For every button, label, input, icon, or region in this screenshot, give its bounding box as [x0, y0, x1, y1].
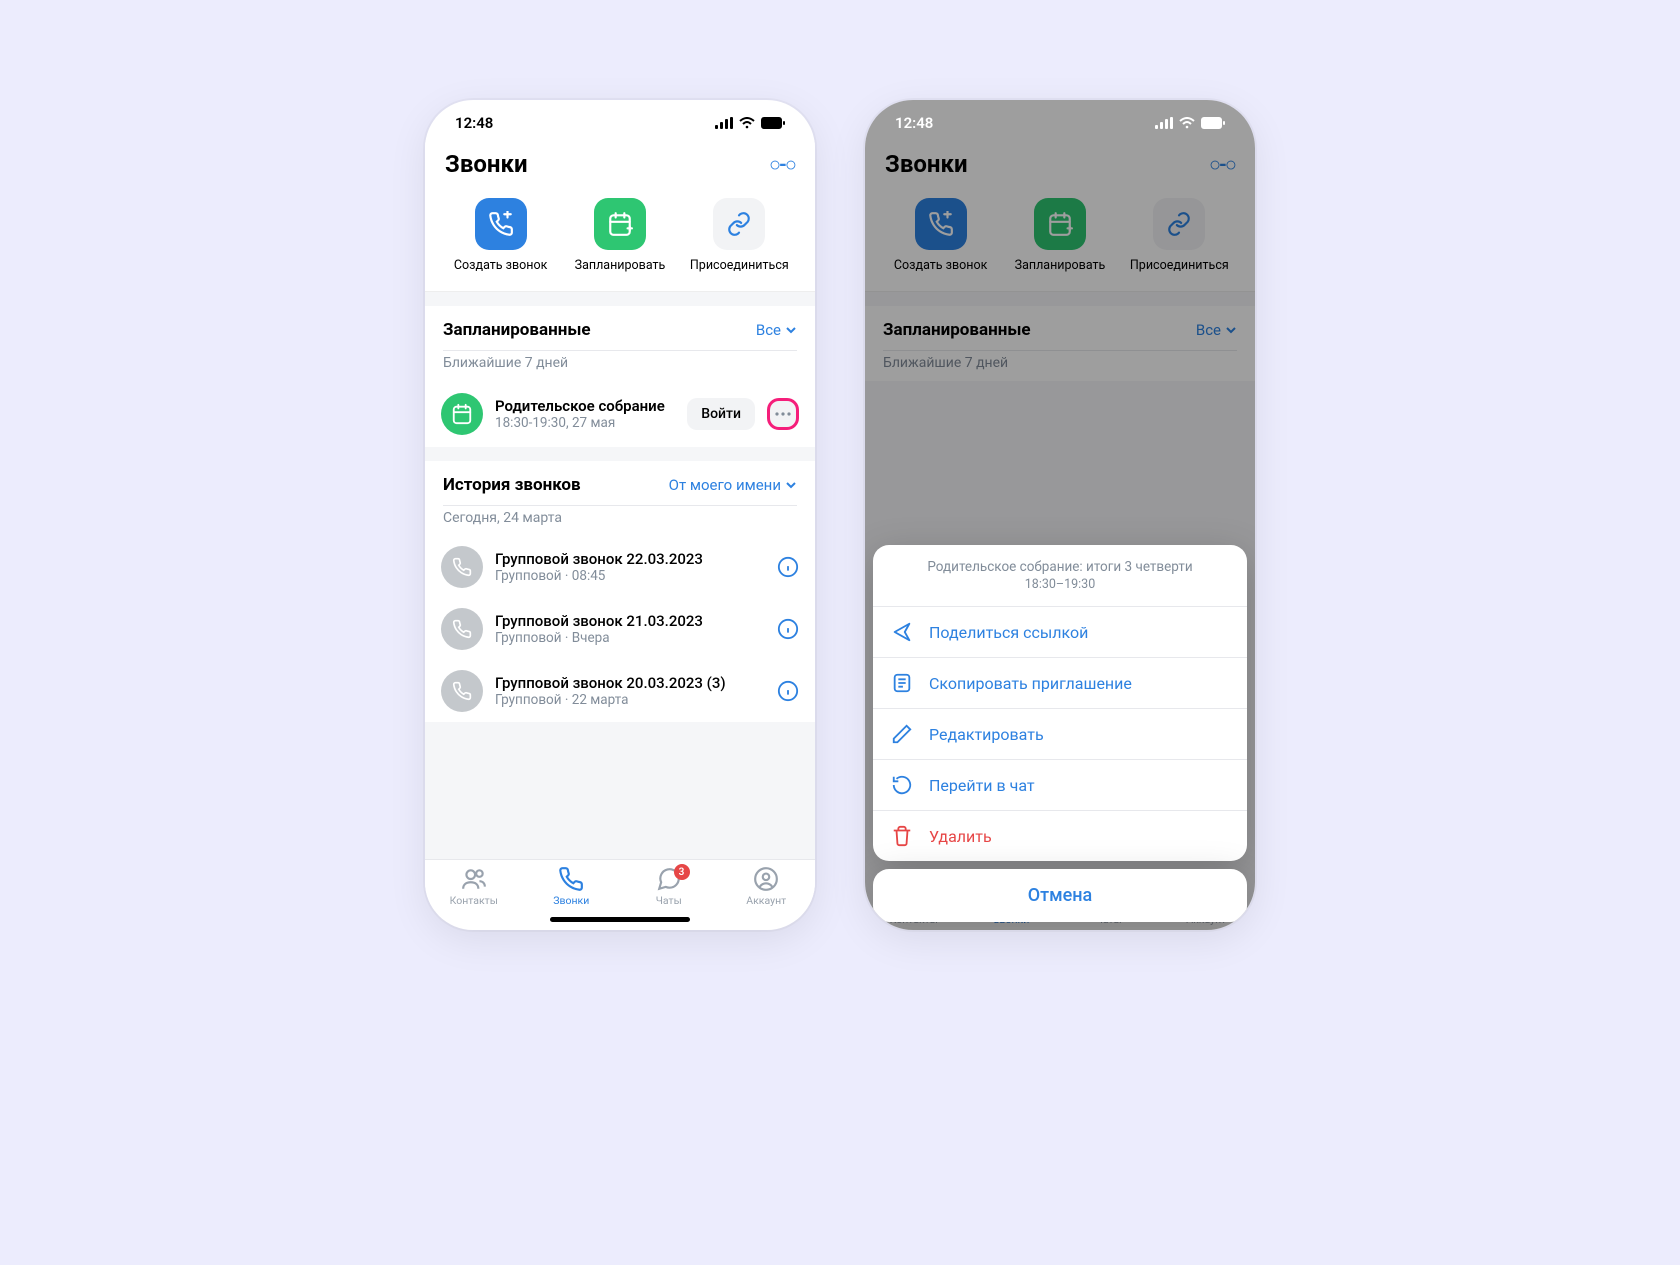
page-title: Звонки: [445, 150, 528, 178]
chevron-down-icon: [785, 324, 797, 336]
sheet-share[interactable]: Поделиться ссылкой: [873, 607, 1247, 658]
history-row[interactable]: Групповой звонок 20.03.2023 (3) Группово…: [425, 660, 815, 722]
calendar-icon: [451, 403, 473, 425]
sheet-title: Родительское собрание: итоги 3 четверти: [891, 559, 1229, 575]
planned-section: Запланированные Все Ближайшие 7 дней Род…: [425, 306, 815, 447]
planned-filter[interactable]: Все: [756, 321, 797, 339]
history-filter[interactable]: От моего имени: [669, 476, 797, 494]
link-icon: [726, 211, 752, 237]
status-time: 12:48: [895, 114, 933, 132]
history-item-sub: Групповой · Вчера: [495, 630, 765, 646]
sheet-cancel[interactable]: Отмена: [873, 869, 1247, 922]
create-call-label: Создать звонок: [454, 258, 547, 273]
sheet-copy[interactable]: Скопировать приглашение: [873, 658, 1247, 709]
phone-icon: [452, 681, 472, 701]
signal-icon: [715, 117, 733, 129]
history-section: История звонков От моего имени Сегодня, …: [425, 461, 815, 722]
phone-plus-icon: [488, 211, 514, 237]
sheet-edit[interactable]: Редактировать: [873, 709, 1247, 760]
history-row[interactable]: Групповой звонок 21.03.2023 Групповой · …: [425, 598, 815, 660]
history-item-title: Групповой звонок 22.03.2023: [495, 550, 765, 568]
chevron-down-icon: [785, 479, 797, 491]
join-call-button[interactable]: Присоединиться: [680, 198, 799, 273]
join-button[interactable]: Войти: [687, 398, 755, 430]
planned-heading: Запланированные: [443, 320, 591, 340]
history-item-title: Групповой звонок 21.03.2023: [495, 612, 765, 630]
info-icon[interactable]: [777, 556, 799, 578]
tab-contacts[interactable]: Контакты: [425, 866, 523, 907]
info-icon[interactable]: [777, 618, 799, 640]
history-item-sub: Групповой · 08:45: [495, 568, 765, 584]
voicemail-icon[interactable]: ○-○: [769, 152, 795, 177]
history-item-title: Групповой звонок 20.03.2023 (3): [495, 674, 765, 692]
wifi-icon: [739, 117, 755, 129]
more-button[interactable]: [767, 398, 799, 430]
history-item-sub: Групповой · 22 марта: [495, 692, 765, 708]
battery-icon: [761, 117, 785, 129]
phone-icon: [558, 866, 584, 892]
battery-icon: [1201, 117, 1225, 129]
plan-call-label: Запланировать: [575, 258, 666, 273]
sheet-chat[interactable]: Перейти в чат: [873, 760, 1247, 811]
phone-icon: [452, 619, 472, 639]
wifi-icon: [1179, 117, 1195, 129]
planned-item[interactable]: Родительское собрание 18:30-19:30, 27 ма…: [425, 381, 815, 447]
history-date: Сегодня, 24 марта: [425, 506, 815, 536]
info-icon[interactable]: [777, 680, 799, 702]
contacts-icon: [461, 866, 487, 892]
join-call-label: Присоединиться: [690, 258, 789, 273]
phone-right: 12:48 Звонки ○-○ Создать звонок Запланир…: [865, 100, 1255, 930]
action-sheet: Родительское собрание: итоги 3 четверти …: [873, 545, 1247, 922]
dots-icon: [775, 412, 791, 416]
phone-left: 12:48 Звонки ○-○ Создать звонок: [425, 100, 815, 930]
home-indicator: [550, 917, 690, 922]
arrow-circle-icon: [891, 774, 913, 796]
sheet-time: 18:30–19:30: [891, 577, 1229, 592]
trash-icon: [891, 825, 913, 847]
signal-icon: [1155, 117, 1173, 129]
user-icon: [753, 866, 779, 892]
pencil-icon: [891, 723, 913, 745]
document-icon: [891, 672, 913, 694]
history-row[interactable]: Групповой звонок 22.03.2023 Групповой · …: [425, 536, 815, 598]
calendar-plus-icon: [607, 211, 633, 237]
phone-icon: [452, 557, 472, 577]
tab-bar: Контакты Звонки 3 Чаты Аккаунт: [425, 859, 815, 911]
status-bar: 12:48: [865, 100, 1255, 140]
history-heading: История звонков: [443, 475, 581, 495]
planned-item-time: 18:30-19:30, 27 мая: [495, 415, 675, 431]
quick-actions: Создать звонок Запланировать Присоединит…: [425, 192, 815, 292]
sheet-delete[interactable]: Удалить: [873, 811, 1247, 861]
tab-chats[interactable]: 3 Чаты: [620, 866, 718, 907]
planned-subhead: Ближайшие 7 дней: [425, 351, 815, 381]
status-bar: 12:48: [425, 100, 815, 140]
status-time: 12:48: [455, 114, 493, 132]
tab-calls[interactable]: Звонки: [523, 866, 621, 907]
page-header: Звонки ○-○: [425, 140, 815, 192]
chats-badge: 3: [674, 864, 690, 880]
planned-item-title: Родительское собрание: [495, 397, 675, 415]
plan-call-button[interactable]: Запланировать: [560, 198, 679, 273]
tab-account[interactable]: Аккаунт: [718, 866, 816, 907]
share-icon: [891, 621, 913, 643]
create-call-button[interactable]: Создать звонок: [441, 198, 560, 273]
